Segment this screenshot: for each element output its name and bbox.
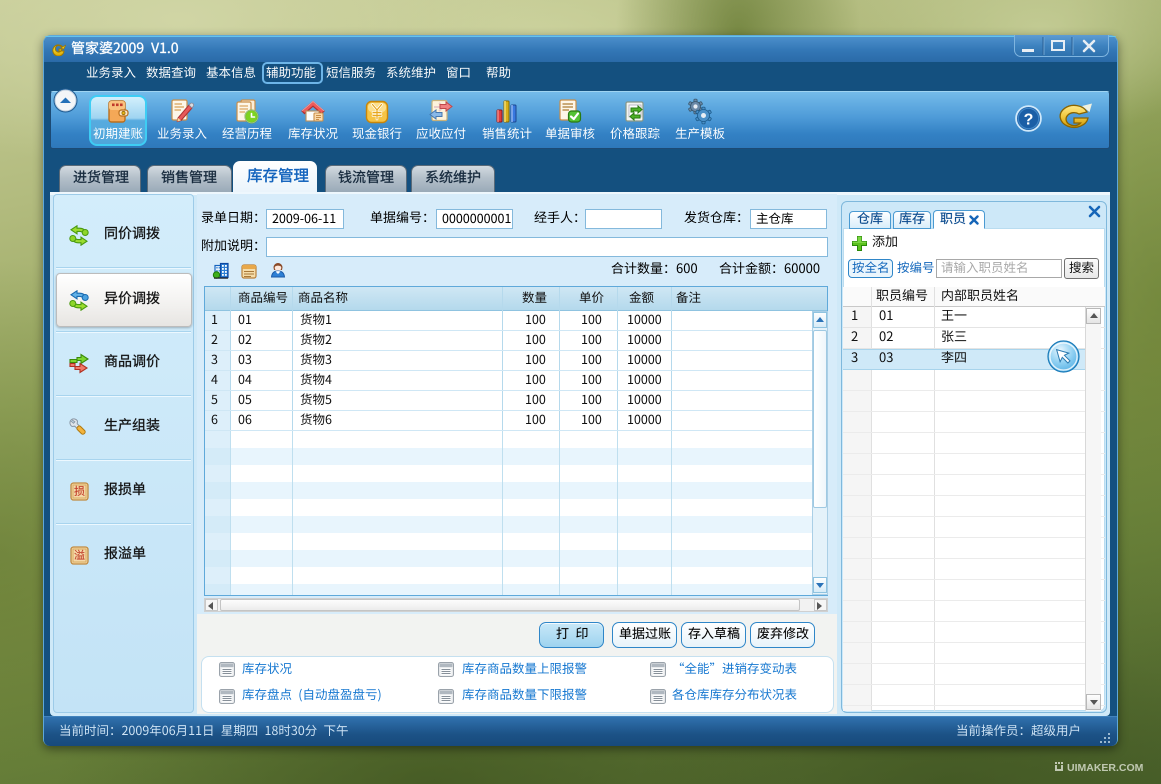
svg-text:?: ? bbox=[1024, 112, 1034, 129]
svg-text:UIMAKER.COM: UIMAKER.COM bbox=[1067, 762, 1144, 774]
